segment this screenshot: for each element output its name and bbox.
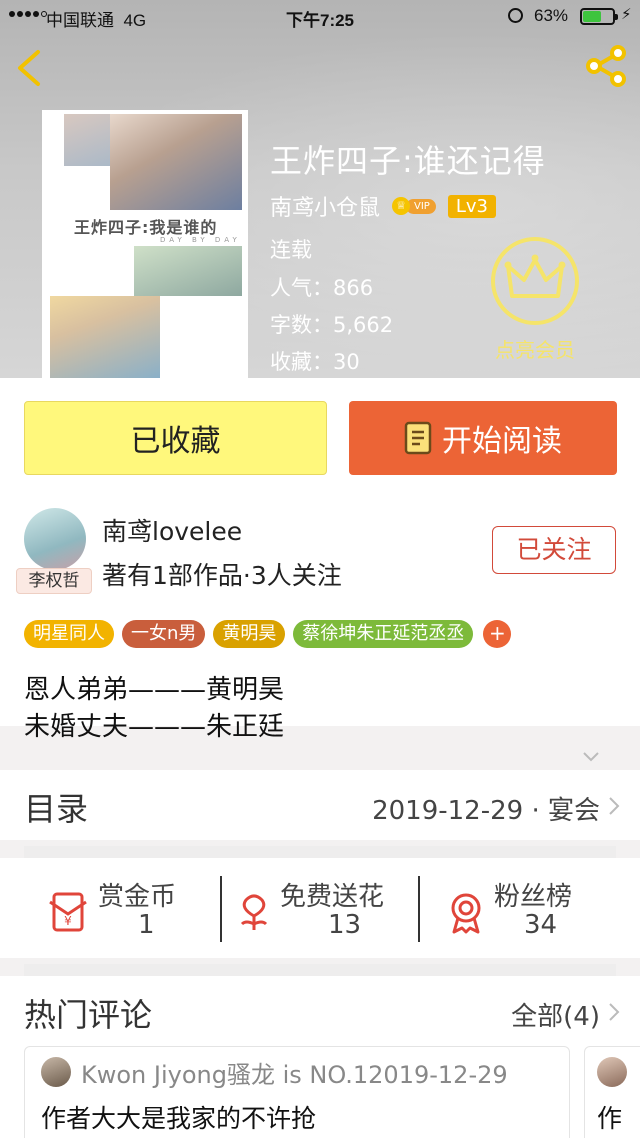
vip-badge: ♕ VIP [392,197,436,215]
chevron-left-icon [18,50,40,86]
book-cover[interactable]: 王炸四子:我是谁的 DAY BY DAY [42,110,248,378]
tag[interactable]: 明星同人 [24,620,114,648]
book-title: 王炸四子:谁还记得 [270,142,546,180]
intro-line: 恩人弟弟———黄明昊 [24,675,285,705]
comments-title: 热门评论 [24,996,153,1034]
latest-chapter: 2019-12-29 · 宴会 [372,796,600,826]
tag[interactable]: 黄明昊 [213,620,286,648]
crown-icon [491,237,579,325]
back-button[interactable] [12,48,48,88]
divider [24,846,616,858]
comment-card[interactable]: 作 [584,1046,640,1138]
comment-text: 作 [597,1104,623,1133]
comment-card[interactable]: Kwon Jiyong骚龙 is NO.12019-12-29 作者大大是我家的… [24,1046,570,1138]
chevron-down-icon[interactable] [582,751,600,763]
medal-icon [451,893,481,934]
support-stats: ¥ 赏金币 1 免费送花 13 粉丝榜 34 [0,858,640,958]
author-section: 李权哲 南鸢lovelee 著有1部作品·3人关注 已关注 明星同人 一女n男 … [0,496,640,742]
share-button[interactable] [584,44,628,88]
toc-label: 目录 [24,790,89,828]
comment-user: Kwon Jiyong骚龙 is NO.12019-12-29 [81,1061,508,1089]
send-flowers-button[interactable]: 免费送花 13 [232,876,442,942]
avatar[interactable] [597,1057,627,1087]
avatar-tag: 李权哲 [16,568,92,594]
comment-text: 作者大大是我家的不许抢 [41,1104,317,1133]
action-bar: 已收藏 开始阅读 [0,378,640,496]
author-info: 南鸢小仓鼠 ♕ VIP Lv3 [270,190,496,222]
share-icon [586,45,626,87]
cover-photo [50,296,160,378]
charging-icon: ⚡ [621,5,632,23]
flower-icon [240,894,268,930]
divider [220,876,222,942]
popularity: 人气：866 [270,276,374,300]
favorites-count: 收藏：30 [270,350,360,374]
all-comments-link[interactable]: 全部(4) [511,996,600,1033]
divider [24,964,616,976]
favorite-button[interactable]: 已收藏 [24,401,327,475]
tag[interactable]: 蔡徐坤朱正延范丞丞 [293,620,474,648]
tag[interactable]: 一女n男 [122,620,206,648]
crown-icon: ♕ [392,197,411,215]
add-tag-button[interactable]: + [483,620,512,648]
word-count: 字数：5,662 [270,313,394,337]
status-bar: 中国联通 4G 下午7:25 63% ⚡ [0,0,640,34]
chevron-right-icon[interactable] [608,1002,620,1022]
battery-percent: 63% [534,6,569,25]
avatar[interactable] [24,508,86,570]
table-of-contents[interactable]: 目录 2019-12-29 · 宴会 [0,770,640,840]
member-label: 点亮会员 [495,338,575,362]
book-header: 中国联通 4G 下午7:25 63% ⚡ 王炸四子:我是谁的 DAY BY DA… [0,0,640,378]
fan-ranking-button[interactable]: 粉丝榜 34 [444,876,640,942]
start-reading-button[interactable]: 开始阅读 [349,401,617,475]
level-badge: Lv3 [447,194,496,218]
divider [418,876,420,942]
alarm-icon [508,8,523,23]
svg-text:¥: ¥ [64,914,72,928]
red-envelope-icon: ¥ [49,892,87,932]
book-icon [404,421,432,455]
chevron-right-icon [609,797,620,815]
follow-button[interactable]: 已关注 [492,526,616,574]
battery-icon [580,8,618,25]
author-username[interactable]: 南鸢lovelee [102,512,242,548]
cover-subtitle: DAY BY DAY [160,236,241,244]
intro-line: 未婚丈夫———朱正廷 [24,712,285,742]
member-button[interactable]: 点亮会员 [480,236,590,363]
book-status: 连载 [270,238,312,262]
book-intro[interactable]: 恩人弟弟———黄明昊 未婚丈夫———朱正廷 [24,672,284,746]
reward-coins-button[interactable]: ¥ 赏金币 1 [46,876,256,942]
tag-list: 明星同人 一女n男 黄明昊 蔡徐坤朱正延范丞丞 + [24,620,512,648]
author-stats: 著有1部作品·3人关注 [102,561,342,590]
cover-title: 王炸四子:我是谁的 [74,218,218,237]
author-name[interactable]: 南鸢小仓鼠 [270,190,380,222]
hot-comments: 热门评论 全部(4) Kwon Jiyong骚龙 is NO.12019-12-… [0,976,640,1138]
cover-photo [134,246,242,296]
avatar[interactable] [41,1057,71,1087]
cover-photo [110,114,242,210]
